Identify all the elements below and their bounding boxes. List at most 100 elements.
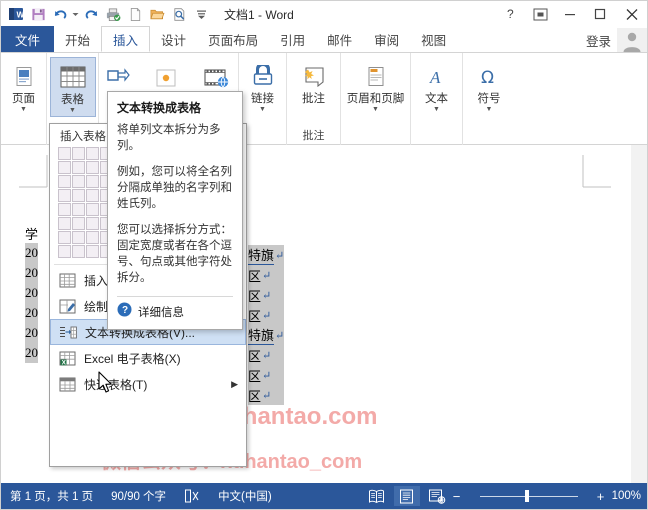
document-line[interactable]: 区 ↵ xyxy=(248,305,285,325)
header-footer-dropdown-arrow-icon[interactable]: ▼ xyxy=(372,106,379,113)
table-size-cell[interactable] xyxy=(86,231,99,244)
sign-in-button[interactable]: 登录 xyxy=(586,27,611,53)
status-language[interactable]: 中文(中国) xyxy=(209,488,281,504)
customize-qat-icon[interactable] xyxy=(190,3,212,25)
shapes-button[interactable] xyxy=(98,59,138,94)
status-page-info[interactable]: 第 1 页，共 1 页 xyxy=(1,488,102,504)
tooltip-more-info[interactable]: ? 详细信息 xyxy=(117,302,233,325)
document-line[interactable]: 特旗 ↵ xyxy=(248,325,285,345)
print-preview-icon[interactable] xyxy=(168,3,190,25)
tab-home[interactable]: 开始 xyxy=(54,26,101,52)
smartart-button[interactable] xyxy=(146,59,186,94)
proofing-errors-icon[interactable] xyxy=(175,489,209,503)
tab-insert[interactable]: 插入 xyxy=(101,26,151,52)
table-size-cell[interactable] xyxy=(58,231,71,244)
tab-references[interactable]: 引用 xyxy=(269,26,316,52)
menu-item-quick-tables[interactable]: 快速表格(T) ▶ xyxy=(50,371,246,397)
document-line[interactable]: 20 xyxy=(25,243,39,263)
zoom-in-button[interactable]: + xyxy=(596,489,606,504)
table-size-cell[interactable] xyxy=(72,189,85,202)
restore-icon[interactable] xyxy=(585,1,615,27)
document-line[interactable]: 区 ↵ xyxy=(248,285,285,305)
symbol-button[interactable]: Ω 符号 ▼ xyxy=(467,57,511,113)
document-line[interactable]: 20 xyxy=(25,263,39,283)
close-icon[interactable] xyxy=(615,1,647,27)
document-line[interactable]: 学 xyxy=(25,223,38,243)
zoom-level-label[interactable]: 100% xyxy=(606,490,641,502)
table-size-cell[interactable] xyxy=(72,175,85,188)
zoom-out-button[interactable]: − xyxy=(452,489,462,504)
menu-item-excel-spreadsheet[interactable]: X Excel 电子表格(X) xyxy=(50,345,246,371)
table-size-cell[interactable] xyxy=(58,161,71,174)
tab-page-layout[interactable]: 页面布局 xyxy=(197,26,269,52)
table-size-cell[interactable] xyxy=(86,189,99,202)
pilcrow-icon: ↵ xyxy=(262,349,272,362)
table-dropdown-arrow-icon[interactable]: ▼ xyxy=(69,107,76,114)
new-document-icon[interactable] xyxy=(124,3,146,25)
comment-button[interactable]: 批注 ▼ xyxy=(292,57,336,113)
links-dropdown-arrow-icon[interactable]: ▼ xyxy=(259,106,266,113)
table-size-cell[interactable] xyxy=(86,175,99,188)
document-line[interactable]: 20 xyxy=(25,323,39,343)
table-size-cell[interactable] xyxy=(86,203,99,216)
document-line[interactable]: 20 xyxy=(25,303,39,323)
ribbon-display-options-icon[interactable] xyxy=(525,1,555,27)
table-size-cell[interactable] xyxy=(86,147,99,160)
zoom-slider[interactable] xyxy=(470,486,588,506)
table-size-cell[interactable] xyxy=(72,245,85,258)
tab-file[interactable]: 文件 xyxy=(1,26,55,52)
table-button[interactable]: 表格 ▼ xyxy=(49,57,96,117)
read-mode-view-icon[interactable] xyxy=(364,486,390,506)
table-size-cell[interactable] xyxy=(72,231,85,244)
table-size-cell[interactable] xyxy=(86,217,99,230)
save-icon[interactable] xyxy=(27,3,49,25)
document-line[interactable]: 区 ↵ xyxy=(248,265,285,285)
table-size-cell[interactable] xyxy=(72,217,85,230)
help-icon[interactable]: ? xyxy=(495,1,525,27)
document-line[interactable]: 区 ↵ xyxy=(248,365,285,385)
status-word-count[interactable]: 90/90 个字 xyxy=(102,488,175,504)
table-size-cell[interactable] xyxy=(86,245,99,258)
text-button[interactable]: A 文本 ▼ xyxy=(415,57,459,113)
tab-design[interactable]: 设计 xyxy=(150,26,197,52)
tab-mailings[interactable]: 邮件 xyxy=(316,26,363,52)
tab-review[interactable]: 审阅 xyxy=(363,26,410,52)
document-line[interactable]: 区 ↵ xyxy=(248,385,285,405)
open-icon[interactable] xyxy=(146,3,168,25)
zoom-slider-handle[interactable] xyxy=(524,490,529,502)
table-size-cell[interactable] xyxy=(72,147,85,160)
vertical-scrollbar[interactable] xyxy=(631,145,647,485)
tab-view[interactable]: 视图 xyxy=(410,26,457,52)
document-line[interactable]: 20 xyxy=(25,283,39,303)
document-text-left-column[interactable]: 学 20 20 20 20 20 20 xyxy=(25,223,39,363)
online-video-button[interactable] xyxy=(194,59,240,94)
table-size-cell[interactable] xyxy=(58,175,71,188)
document-text-right-column[interactable]: 特旗 ↵ 区 ↵ 区 ↵ 区 ↵ 特旗 ↵ 区 ↵ 区 ↵ 区 ↵ xyxy=(248,245,285,405)
text-dropdown-arrow-icon[interactable]: ▼ xyxy=(433,106,440,113)
table-size-cell[interactable] xyxy=(72,203,85,216)
header-footer-button[interactable]: 页眉和页脚 ▼ xyxy=(343,57,409,113)
links-button[interactable]: 链接 ▼ xyxy=(241,57,285,113)
table-size-cell[interactable] xyxy=(58,217,71,230)
document-line[interactable]: 20 xyxy=(25,343,39,363)
pages-dropdown-arrow-icon[interactable]: ▼ xyxy=(20,106,27,113)
quick-print-icon[interactable] xyxy=(102,3,124,25)
web-layout-view-icon[interactable] xyxy=(424,486,450,506)
table-size-cell[interactable] xyxy=(58,147,71,160)
document-line[interactable]: 区 ↵ xyxy=(248,345,285,365)
redo-icon[interactable] xyxy=(80,3,102,25)
pages-button[interactable]: 页面 ▼ xyxy=(2,57,46,113)
pilcrow-icon: ↵ xyxy=(262,309,272,322)
table-size-cell[interactable] xyxy=(72,161,85,174)
table-size-cell[interactable] xyxy=(58,189,71,202)
undo-icon[interactable] xyxy=(49,3,71,25)
minimize-icon[interactable] xyxy=(555,1,585,27)
symbol-dropdown-arrow-icon[interactable]: ▼ xyxy=(486,106,493,113)
undo-dropdown-arrow-icon[interactable] xyxy=(71,3,80,25)
user-avatar[interactable] xyxy=(617,28,647,52)
document-line[interactable]: 特旗 ↵ xyxy=(248,245,285,265)
print-layout-view-icon[interactable] xyxy=(393,486,420,506)
table-size-cell[interactable] xyxy=(58,203,71,216)
table-size-cell[interactable] xyxy=(58,245,71,258)
table-size-cell[interactable] xyxy=(86,161,99,174)
